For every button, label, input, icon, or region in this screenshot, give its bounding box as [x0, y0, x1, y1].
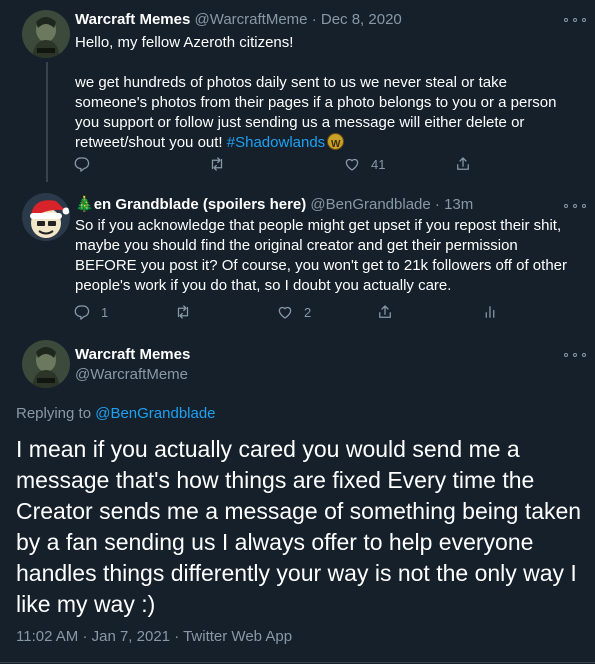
divider	[0, 662, 595, 663]
tweet-date[interactable]: Jan 7, 2021	[92, 628, 170, 645]
handle[interactable]: @WarcraftMeme	[195, 11, 308, 28]
handle[interactable]: @BenGrandblade	[310, 196, 430, 213]
tweet-header: Warcraft Memes @WarcraftMeme · Dec 8, 20…	[75, 10, 402, 30]
replying-to-label: Replying to	[16, 405, 92, 422]
separator: ·	[434, 196, 440, 213]
like-icon	[278, 306, 292, 319]
retweet-icon	[211, 157, 223, 171]
separator: ·	[82, 628, 88, 645]
avatar[interactable]	[22, 193, 70, 241]
tweet-warcraft-memes-focused: Warcraft Memes @WarcraftMeme Replying to…	[0, 330, 595, 664]
retweet-button[interactable]	[208, 154, 226, 174]
tweet-source[interactable]: Twitter Web App	[183, 628, 292, 645]
separator: ·	[174, 628, 180, 645]
tweet-meta: 11:02 AM · Jan 7, 2021 · Twitter Web App	[16, 627, 292, 647]
christmas-tree-icon: 🎄	[75, 196, 94, 213]
more-icon[interactable]	[564, 199, 586, 213]
display-name[interactable]: Warcraft Memes	[75, 11, 190, 28]
share-icon	[457, 157, 469, 170]
thread-line	[46, 62, 48, 182]
avatar-image-icon	[22, 340, 70, 388]
analytics-icon	[485, 306, 495, 318]
analytics-button[interactable]	[481, 302, 499, 322]
reply-icon	[74, 305, 90, 320]
like-count: 2	[304, 304, 312, 320]
tweet-text: Hello, my fellow Azeroth citizens! we ge…	[75, 33, 575, 155]
hashtag-link[interactable]: #Shadowlands	[227, 134, 325, 151]
tweet-warcraft-memes-original[interactable]: Warcraft Memes @WarcraftMeme · Dec 8, 20…	[0, 0, 595, 190]
timestamp[interactable]: 13m	[444, 196, 473, 213]
more-icon[interactable]	[564, 13, 586, 27]
tweet-text: So if you acknowledge that people might …	[75, 217, 567, 294]
share-icon	[379, 305, 391, 318]
tweet-ben-grandblade-reply[interactable]: 🎄en Grandblade (spoilers here) @BenGrand…	[0, 190, 595, 330]
tweet-line: Hello, my fellow Azeroth citizens!	[75, 34, 294, 51]
reply-button[interactable]	[73, 154, 91, 174]
replying-to-handle[interactable]: @BenGrandblade	[95, 405, 215, 422]
avatar[interactable]	[22, 340, 70, 388]
reply-icon	[74, 157, 90, 172]
reply-button[interactable]: 1	[73, 302, 108, 322]
retweet-icon	[177, 305, 189, 319]
tweet-paragraph: we get hundreds of photos daily sent to …	[75, 73, 575, 155]
tweet-header: 🎄en Grandblade (spoilers here) @BenGrand…	[75, 195, 473, 215]
share-button[interactable]	[454, 154, 472, 174]
handle[interactable]: @WarcraftMeme	[75, 365, 188, 385]
warcraft-badge-icon	[327, 133, 345, 155]
separator: ·	[311, 11, 317, 28]
like-button[interactable]: 41	[343, 154, 385, 174]
tweet-text: I mean if you actually cared you would s…	[16, 436, 582, 617]
like-count: 41	[371, 156, 386, 172]
more-icon[interactable]	[564, 348, 586, 362]
share-button[interactable]	[376, 302, 394, 322]
tweet-time[interactable]: 11:02 AM	[16, 628, 78, 645]
avatar-image-icon	[22, 10, 70, 58]
like-button[interactable]: 2	[276, 302, 311, 322]
avatar[interactable]	[22, 10, 70, 58]
like-icon	[345, 158, 359, 171]
retweet-button[interactable]	[174, 302, 192, 322]
timestamp[interactable]: Dec 8, 2020	[321, 11, 402, 28]
reply-count: 1	[101, 304, 109, 320]
replying-to: Replying to @BenGrandblade	[16, 404, 216, 424]
avatar-image-icon	[22, 193, 70, 241]
display-name[interactable]: en Grandblade (spoilers here)	[94, 196, 307, 213]
display-name[interactable]: Warcraft Memes	[75, 345, 190, 365]
